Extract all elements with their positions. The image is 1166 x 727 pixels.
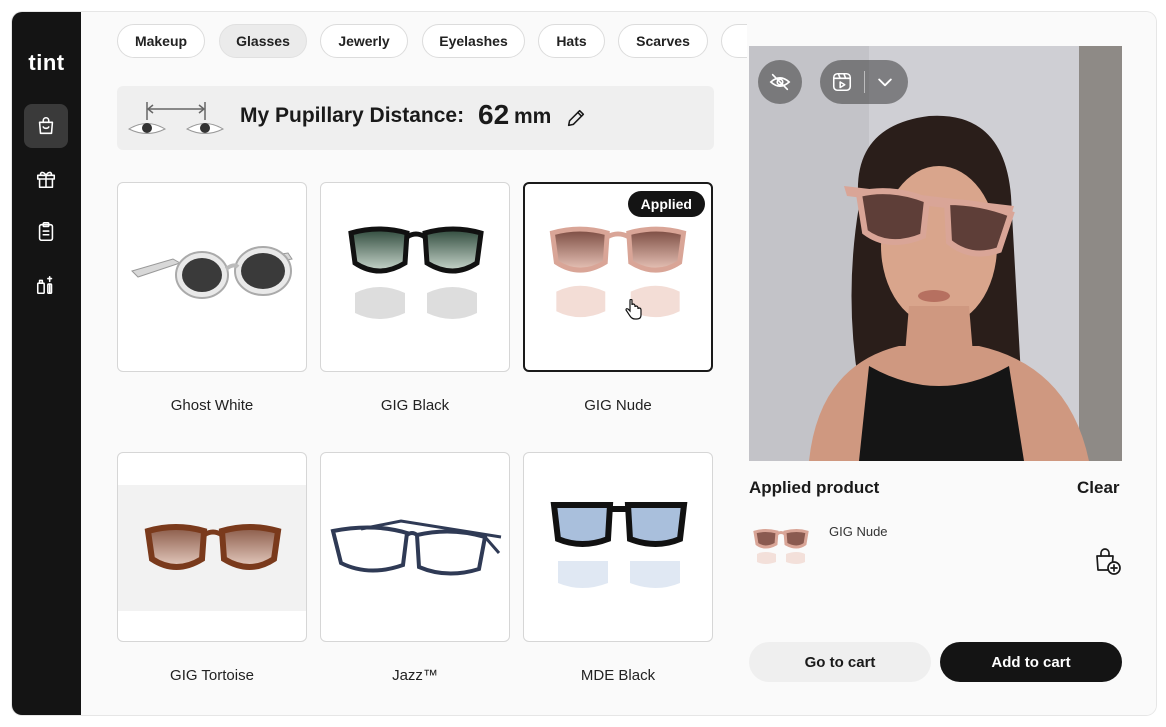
tab-eyelashes[interactable]: Eyelashes [422, 24, 525, 58]
model-photo [749, 46, 1122, 461]
tab-hats[interactable]: Hats [538, 24, 605, 58]
app-window: tint Makeup Glasses Jewerly Eyelashes Ha… [12, 12, 1156, 715]
sidebar-item-shop[interactable] [24, 104, 68, 148]
pencil-icon[interactable] [565, 107, 587, 129]
video-icon [832, 72, 852, 92]
logo: tint [28, 50, 65, 75]
product-card-ghost-white[interactable] [117, 182, 307, 372]
product-name: Ghost White [170, 397, 254, 414]
tab-jewerly[interactable]: Jewerly [320, 24, 408, 58]
tab-more[interactable] [721, 24, 747, 58]
add-to-cart-button[interactable]: Add to cart [940, 642, 1122, 682]
applied-product-name: GIG Nude [829, 524, 888, 539]
product-name: Jazz™ [392, 667, 438, 684]
divider [864, 71, 865, 93]
product-card-gig-nude[interactable]: Applied [523, 182, 713, 372]
product-name: MDE Black [580, 667, 656, 684]
clipboard-icon [38, 222, 54, 242]
main-panel: Makeup Glasses Jewerly Eyelashes Hats Sc… [81, 12, 1156, 715]
glasses-image [348, 226, 484, 319]
tab-glasses[interactable]: Glasses [219, 24, 307, 58]
pupillary-distance-value: 62 [478, 99, 510, 130]
glasses-image [550, 502, 688, 588]
category-tabs: Makeup Glasses Jewerly Eyelashes Hats Sc… [117, 24, 747, 60]
product-name: GIG Black [380, 397, 450, 414]
pupillary-distance-label: My Pupillary Distance: [240, 104, 465, 127]
bag-plus-icon[interactable] [1093, 546, 1123, 576]
sidebar: tint [12, 12, 81, 715]
applied-badge: Applied [627, 191, 705, 217]
product-card-jazz[interactable] [320, 452, 510, 642]
applied-product-title: Applied product [749, 478, 880, 497]
clear-button[interactable]: Clear [1077, 478, 1120, 498]
product-name: GIG Tortoise [170, 667, 254, 684]
hand-cursor-icon [625, 299, 642, 320]
try-on-preview [749, 46, 1122, 461]
product-card-mde-black[interactable] [523, 452, 713, 642]
beauty-products-icon [36, 275, 53, 295]
chevron-down-icon[interactable] [875, 72, 895, 92]
product-card-gig-tortoise[interactable] [117, 452, 307, 642]
product-name: GIG Nude [584, 397, 652, 414]
pupillary-distance-unit: mm [514, 105, 552, 128]
gift-icon [36, 171, 56, 189]
sidebar-item-list[interactable] [24, 210, 68, 254]
shopping-bag-icon [38, 117, 54, 135]
glasses-image [330, 519, 502, 576]
video-mode-control[interactable] [820, 60, 908, 104]
sidebar-item-gifts[interactable] [24, 157, 68, 201]
go-to-cart-button[interactable]: Go to cart [749, 642, 931, 682]
sidebar-item-products[interactable] [24, 263, 68, 307]
tab-scarves[interactable]: Scarves [618, 24, 708, 58]
applied-product-thumbnail [753, 529, 809, 564]
eye-off-icon [769, 73, 791, 91]
pupillary-distance-bar: My Pupillary Distance: 62 mm [117, 86, 714, 150]
pupillary-distance-icon [127, 102, 225, 134]
tab-makeup[interactable]: Makeup [117, 24, 205, 58]
glasses-image [131, 246, 293, 299]
product-card-gig-black[interactable] [320, 182, 510, 372]
glasses-image [118, 485, 306, 611]
hide-button[interactable] [758, 60, 802, 104]
